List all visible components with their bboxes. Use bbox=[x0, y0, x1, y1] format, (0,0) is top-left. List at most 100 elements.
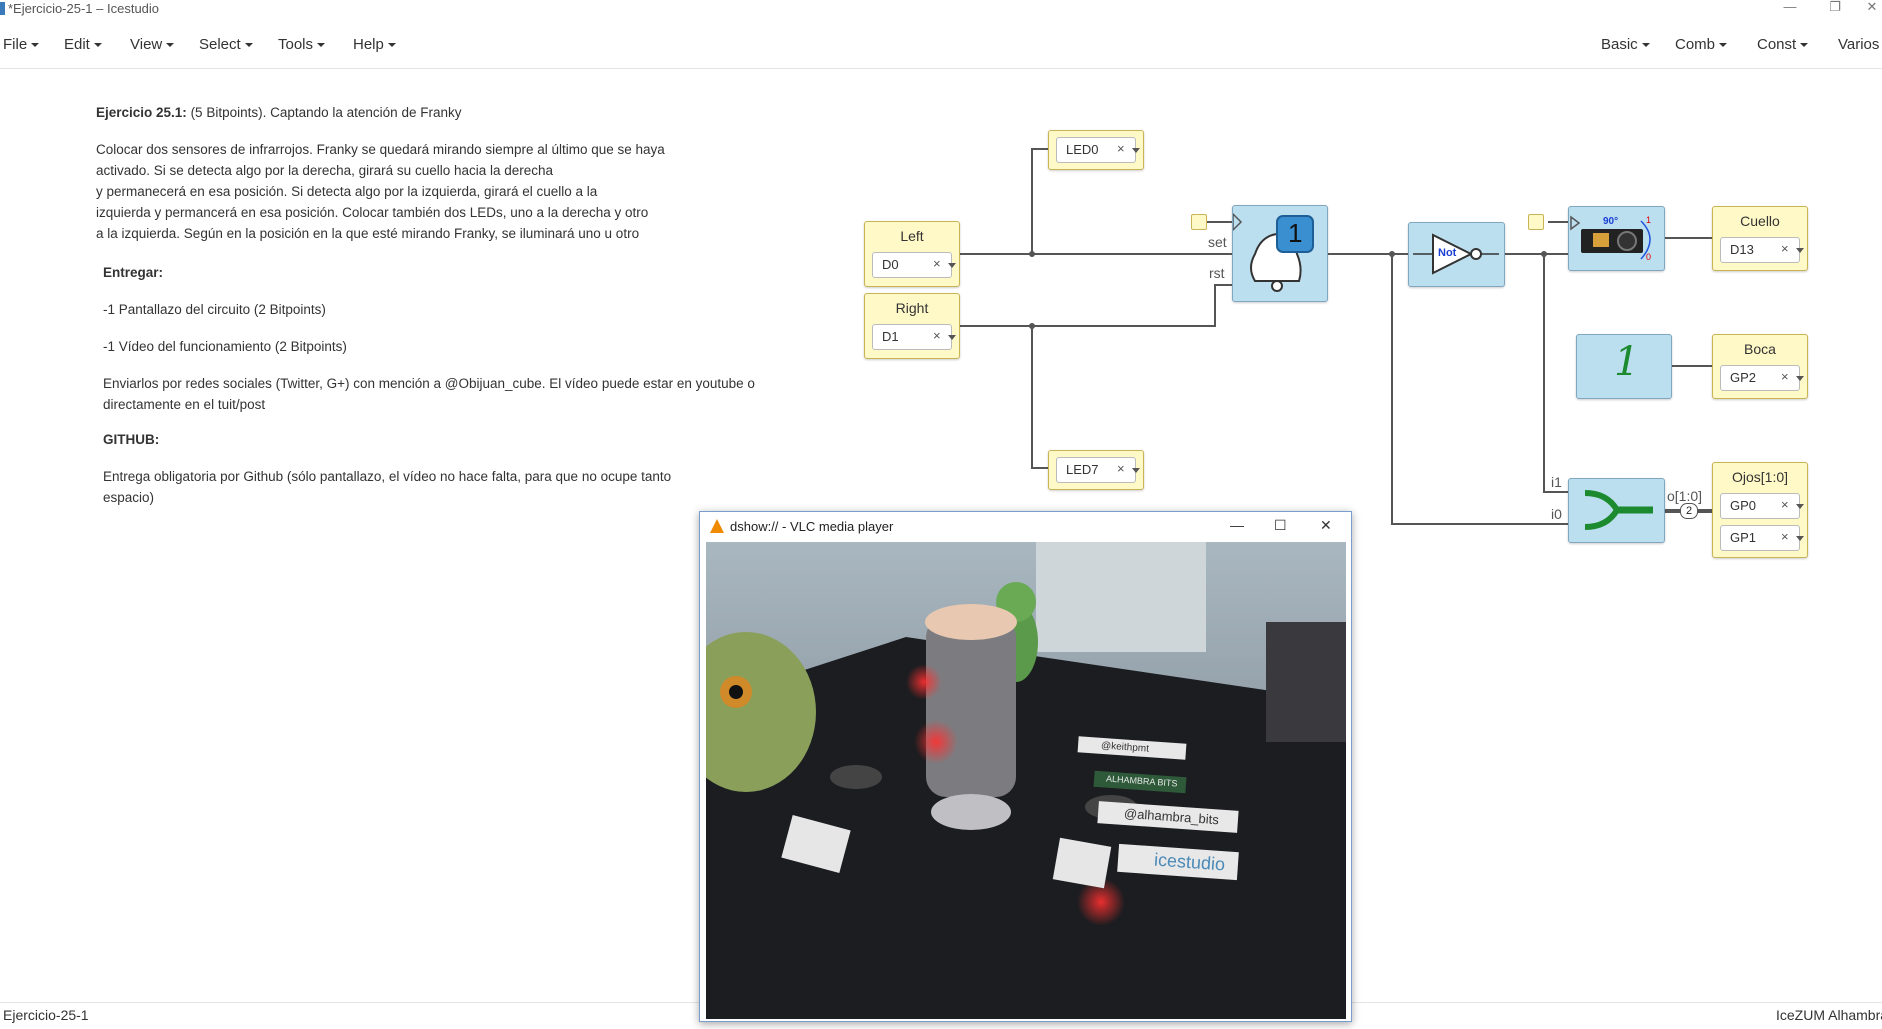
cuello-pin-select[interactable]: D13 × bbox=[1720, 237, 1804, 263]
flipflop-block[interactable]: 1 bbox=[1232, 205, 1328, 302]
exercise-description: Colocar dos sensores de infrarrojos. Fra… bbox=[96, 142, 665, 241]
menu-basic[interactable]: Basic bbox=[1601, 36, 1650, 53]
remove-icon[interactable]: × bbox=[1117, 461, 1125, 476]
remove-icon[interactable]: × bbox=[1781, 241, 1789, 256]
bell-icon bbox=[1232, 212, 1314, 292]
vlc-maximize-icon[interactable]: ☐ bbox=[1274, 517, 1287, 534]
menu-const[interactable]: Const bbox=[1757, 36, 1809, 53]
window-titlebar: *Ejercicio-25-1 – Icestudio — ❐ ✕ bbox=[0, 0, 1882, 18]
vlc-title: dshow:// - VLC media player bbox=[730, 519, 894, 534]
wire bbox=[1548, 221, 1568, 223]
led0-output-block[interactable]: LED0 × bbox=[1048, 130, 1144, 170]
exercise-heading: Ejercicio 25.1: (5 Bitpoints). Captando … bbox=[96, 105, 462, 120]
entregar-heading: Entregar: bbox=[103, 265, 164, 280]
caret-down-icon bbox=[1641, 43, 1650, 48]
github-instructions: Entrega obligatoria por Github (sólo pan… bbox=[103, 469, 672, 505]
close-icon[interactable]: ✕ bbox=[1852, 0, 1882, 16]
servo-mark-low: 0 bbox=[1646, 252, 1652, 262]
right-input-block[interactable]: Right D1 × bbox=[864, 293, 960, 359]
servo-clock-input-block[interactable] bbox=[1528, 214, 1544, 230]
bus-join-icon bbox=[1584, 490, 1653, 530]
dropdown-arrow-icon[interactable] bbox=[1132, 148, 1140, 153]
wire-ff-to-bus bbox=[1391, 253, 1393, 525]
bus-width-badge: 2 bbox=[1680, 503, 1698, 519]
boca-output-block[interactable]: Boca GP2 × bbox=[1712, 334, 1808, 399]
vlc-video-frame[interactable]: @keithpmt ALHAMBRA BITS @alhambra_bits i… bbox=[706, 542, 1346, 1019]
remove-icon[interactable]: × bbox=[1117, 141, 1125, 156]
bus-port-i0: i0 bbox=[1551, 506, 1562, 522]
dropdown-arrow-icon[interactable] bbox=[948, 335, 956, 340]
github-heading: GITHUB: bbox=[103, 432, 160, 447]
set-port-label: set bbox=[1208, 234, 1227, 250]
status-board-name: IceZUM Alhambra bbox=[1776, 1007, 1882, 1023]
boca-pin-select[interactable]: GP2 × bbox=[1720, 365, 1804, 391]
ojos-output-block[interactable]: Ojos[1:0] GP0 × GP1 × bbox=[1712, 462, 1808, 558]
wire-left-to-led0 bbox=[1031, 148, 1033, 255]
menu-varios[interactable]: Varios bbox=[1838, 36, 1879, 53]
led7-output-block[interactable]: LED7 × bbox=[1048, 450, 1144, 490]
remove-icon[interactable]: × bbox=[1781, 369, 1789, 384]
wire bbox=[1214, 284, 1216, 327]
left-pin-select[interactable]: D0 × bbox=[872, 252, 956, 278]
dropdown-arrow-icon[interactable] bbox=[1796, 248, 1804, 253]
led7-pin-select[interactable]: LED7 × bbox=[1056, 457, 1140, 483]
led0-pin-select[interactable]: LED0 × bbox=[1056, 137, 1140, 163]
wire bbox=[1031, 148, 1049, 150]
status-project-name: Ejercicio-25-1 bbox=[3, 1007, 89, 1023]
menu-comb[interactable]: Comb bbox=[1675, 36, 1728, 53]
remove-icon[interactable]: × bbox=[933, 256, 941, 271]
menu-tools[interactable]: Tools bbox=[278, 36, 326, 53]
wire bbox=[1543, 491, 1569, 493]
constant-block[interactable]: 1 bbox=[1576, 334, 1672, 399]
right-pin-select[interactable]: D1 × bbox=[872, 324, 956, 350]
vlc-close-icon[interactable]: ✕ bbox=[1320, 517, 1332, 534]
wire bbox=[1391, 523, 1569, 525]
wire-not-to-bus bbox=[1543, 253, 1545, 493]
caret-down-icon bbox=[1719, 43, 1728, 48]
wire-right-to-led7 bbox=[1031, 325, 1033, 469]
left-input-block[interactable]: Left D0 × bbox=[864, 221, 960, 287]
vlc-window[interactable]: dshow:// - VLC media player — ☐ ✕ @keith… bbox=[699, 511, 1352, 1022]
not-gate-label: Not bbox=[1438, 247, 1457, 259]
menu-select[interactable]: Select bbox=[199, 36, 253, 53]
social-instructions: Enviarlos por redes sociales (Twitter, G… bbox=[103, 376, 755, 412]
caret-down-icon bbox=[387, 43, 396, 48]
menu-file[interactable]: File bbox=[3, 36, 40, 53]
rst-port-label: rst bbox=[1209, 265, 1225, 281]
webcam-video-image bbox=[706, 542, 1346, 1019]
remove-icon[interactable]: × bbox=[1781, 497, 1789, 512]
menu-edit[interactable]: Edit bbox=[64, 36, 102, 53]
ojos-pin-select-1[interactable]: GP1 × bbox=[1720, 525, 1804, 551]
flipflop-badge: 1 bbox=[1288, 218, 1303, 248]
bus-out-label: o[1:0] bbox=[1667, 488, 1703, 504]
caret-down-icon bbox=[317, 43, 326, 48]
dropdown-arrow-icon[interactable] bbox=[1796, 536, 1804, 541]
dropdown-arrow-icon[interactable] bbox=[1796, 376, 1804, 381]
servo-block[interactable]: 90° 1 0 bbox=[1568, 206, 1665, 271]
wire-junction bbox=[1029, 323, 1035, 329]
wire-servo-to-cuello bbox=[1663, 237, 1712, 239]
cuello-output-block[interactable]: Cuello D13 × bbox=[1712, 206, 1808, 271]
icestudio-app-icon bbox=[0, 2, 5, 15]
dropdown-arrow-icon[interactable] bbox=[1796, 504, 1804, 509]
minimize-icon[interactable]: — bbox=[1770, 0, 1810, 16]
restore-icon[interactable]: ❐ bbox=[1815, 0, 1855, 16]
dropdown-arrow-icon[interactable] bbox=[1132, 468, 1140, 473]
vlc-cone-icon bbox=[710, 519, 724, 533]
caret-down-icon bbox=[244, 43, 253, 48]
menu-bar: File Edit View Select Tools Help Basic C… bbox=[0, 26, 1882, 69]
bus-join-block[interactable] bbox=[1568, 478, 1665, 543]
remove-icon[interactable]: × bbox=[1781, 529, 1789, 544]
wire-not-to-servo bbox=[1504, 253, 1570, 255]
menu-help[interactable]: Help bbox=[353, 36, 396, 53]
ojos-pin-select-0[interactable]: GP0 × bbox=[1720, 493, 1804, 519]
caret-down-icon bbox=[93, 43, 102, 48]
dropdown-arrow-icon[interactable] bbox=[948, 263, 956, 268]
vlc-minimize-icon[interactable]: — bbox=[1230, 517, 1244, 533]
remove-icon[interactable]: × bbox=[933, 328, 941, 343]
not-gate-icon bbox=[1413, 233, 1499, 275]
menu-view[interactable]: View bbox=[130, 36, 175, 53]
clock-input-block[interactable] bbox=[1191, 214, 1207, 230]
not-gate-block[interactable]: Not bbox=[1408, 222, 1505, 287]
vlc-titlebar[interactable]: dshow:// - VLC media player — ☐ ✕ bbox=[700, 512, 1351, 541]
